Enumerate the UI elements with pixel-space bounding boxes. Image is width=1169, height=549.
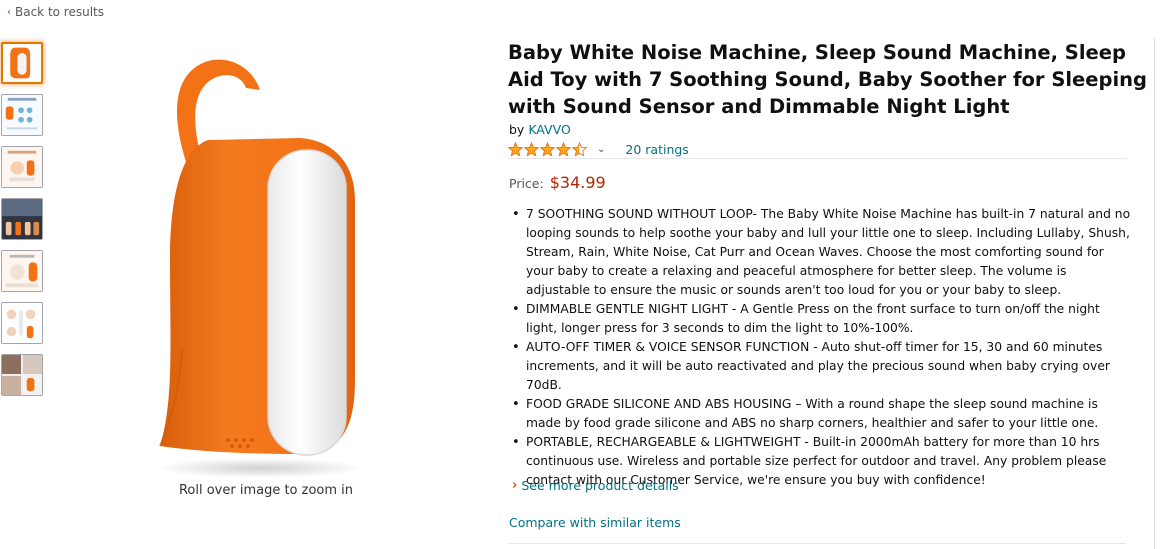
byline-prefix: by bbox=[509, 122, 525, 137]
thumbnail-family-scene[interactable] bbox=[1, 354, 43, 396]
star-icon bbox=[572, 141, 587, 157]
rating-row: ⌄ 20 ratings bbox=[508, 140, 689, 158]
ratings-count-link[interactable]: 20 ratings bbox=[625, 142, 688, 157]
see-more-details-link[interactable]: › See more product details bbox=[512, 478, 679, 493]
compare-similar-link[interactable]: Compare with similar items bbox=[509, 515, 681, 530]
thumbnail-family-scene-image bbox=[2, 355, 42, 395]
back-to-results-label: Back to results bbox=[15, 5, 105, 19]
thumbnail-features-overview[interactable] bbox=[1, 94, 43, 136]
star-icon bbox=[508, 141, 523, 157]
brand-byline: by KAVVO bbox=[509, 122, 571, 137]
feature-bullet: 7 SOOTHING SOUND WITHOUT LOOP- The Baby … bbox=[509, 205, 1131, 300]
thumbnail-lifestyle-night[interactable] bbox=[1, 198, 43, 240]
chevron-right-icon: › bbox=[512, 478, 518, 493]
divider bbox=[508, 158, 1126, 159]
price-label: Price: bbox=[509, 176, 544, 191]
thumbnail-features-overview-image bbox=[2, 95, 42, 135]
chevron-down-icon[interactable]: ⌄ bbox=[597, 144, 605, 155]
main-product-image[interactable] bbox=[150, 50, 380, 480]
back-to-results-link[interactable]: ‹ Back to results bbox=[7, 5, 104, 19]
feature-bullets: 7 SOOTHING SOUND WITHOUT LOOP- The Baby … bbox=[509, 205, 1131, 490]
thumbnail-nursery-scene-image bbox=[2, 303, 42, 343]
price-row: Price: $34.99 bbox=[509, 173, 606, 192]
star-icon bbox=[556, 141, 571, 157]
product-title: Baby White Noise Machine, Sleep Sound Ma… bbox=[508, 41, 1147, 118]
thumbnail-nursery-scene[interactable] bbox=[1, 302, 43, 344]
thumbnail-timer-function[interactable] bbox=[1, 250, 43, 292]
divider bbox=[508, 543, 1126, 544]
see-more-label: See more product details bbox=[521, 478, 679, 493]
feature-bullet: DIMMABLE GENTLE NIGHT LIGHT - A Gentle P… bbox=[509, 300, 1131, 338]
star-icon bbox=[540, 141, 555, 157]
thumbnail-main-product-image bbox=[3, 44, 41, 82]
feature-bullet: AUTO-OFF TIMER & VOICE SENSOR FUNCTION -… bbox=[509, 338, 1131, 395]
thumbnail-strip bbox=[1, 42, 44, 406]
thumbnail-usage-scene[interactable] bbox=[1, 146, 43, 188]
thumbnail-lifestyle-night-image bbox=[2, 199, 42, 239]
zoom-hint-text: Roll over image to zoom in bbox=[178, 483, 354, 498]
star-rating[interactable] bbox=[508, 141, 587, 157]
brand-link[interactable]: KAVVO bbox=[528, 122, 570, 137]
feature-bullet: FOOD GRADE SILICONE AND ABS HOUSING – Wi… bbox=[509, 395, 1131, 433]
thumbnail-main-product[interactable] bbox=[1, 42, 43, 84]
price-value: $34.99 bbox=[549, 173, 606, 192]
chevron-left-icon: ‹ bbox=[7, 6, 11, 18]
right-panel-edge bbox=[1154, 38, 1169, 549]
product-photo-white-noise-machine bbox=[155, 59, 365, 478]
star-icon bbox=[524, 141, 539, 157]
thumbnail-usage-scene-image bbox=[2, 147, 42, 187]
thumbnail-timer-function-image bbox=[2, 251, 42, 291]
